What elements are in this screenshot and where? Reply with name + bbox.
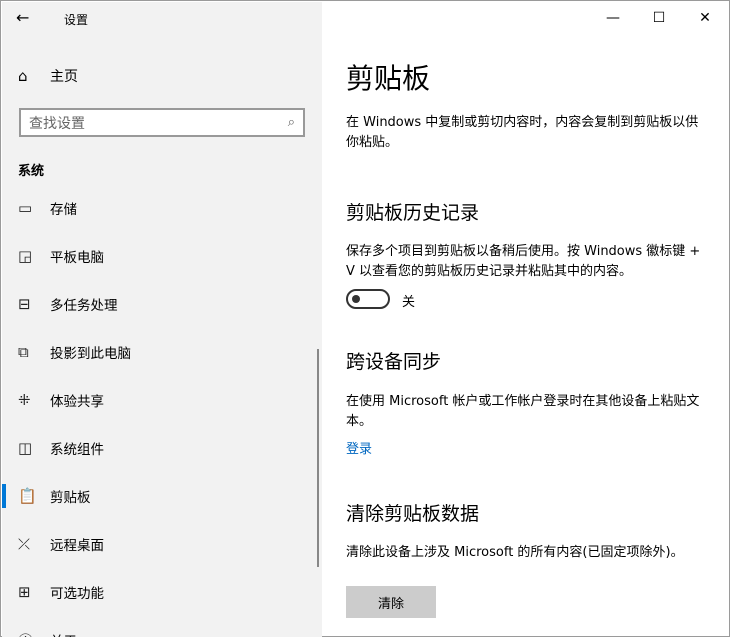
clear-button[interactable]: 清除 (346, 586, 436, 618)
intro-text: 在 Windows 中复制或剪切内容时，内容会复制到剪贴板以供你粘贴。 (346, 115, 699, 150)
clear-heading: 清除剪贴板数据 (346, 503, 480, 525)
page-title: 剪贴板 (346, 62, 431, 95)
history-toggle-label: 关 (402, 295, 416, 310)
settings-window: ← 设置 ⌂ 主页 查找设置 ⌕ 系统 ▭ 存储 ◲ 平板电脑 ⊟ 多任务处理 ⧉ 投影到此电… (0, 0, 730, 637)
history-description: 保存多个项目到剪贴板以备稍后使用。按 Windows 徽标键 + V 以查看您的… (346, 244, 701, 279)
sidebar-item[interactable]: ⓘ关于 (2, 616, 322, 637)
search-input[interactable]: 查找设置 ⌕ (19, 108, 305, 137)
minimize-icon[interactable]: — (590, 2, 636, 34)
search-icon: ⌕ (287, 115, 295, 130)
tablet-icon: ◲ (18, 247, 33, 265)
sidebar-item[interactable]: ⤫ 远程桌面 (2, 520, 322, 568)
sidebar-item-label: 剪贴板 (50, 490, 91, 506)
sync-description: 在使用 Microsoft 帐户或工作帐户登录时在其他设备上粘贴文本。 (346, 394, 700, 429)
sidebar-item[interactable]: ⊟ 多任务处理 (2, 280, 322, 328)
remote-desktop-icon: ⤫ (18, 535, 31, 553)
home-label: 主页 (50, 69, 78, 85)
section-heading: 系统 (18, 164, 45, 179)
sign-in-link[interactable]: 登录 (346, 438, 372, 457)
sidebar-item-label: 多任务处理 (50, 298, 118, 314)
clear-description: 清除此设备上涉及 Microsoft 的所有内容(已固定项除外)。 (346, 545, 684, 560)
sidebar-item-label: 投影到此电脑 (50, 346, 131, 362)
multitasking-icon: ⊟ (18, 295, 31, 313)
sidebar-item-label: 系统组件 (50, 442, 104, 458)
sidebar-scrollbar[interactable] (317, 349, 319, 567)
sync-heading: 跨设备同步 (346, 351, 442, 373)
share-icon: ⁜ (18, 391, 31, 409)
storage-icon: ▭ (18, 199, 33, 217)
sidebar-item-label: 体验共享 (50, 394, 104, 410)
sidebar-nav: ▭ 存储 ◲ 平板电脑 ⊟ 多任务处理 ⧉ 投影到此电脑 ⁜ 体验共享 ◫ 系统组件 📋 剪贴板 ⤫ 远程桌面… (2, 184, 322, 637)
sidebar: ← 设置 ⌂ 主页 查找设置 ⌕ 系统 ▭ 存储 ◲ 平板电脑 ⊟ 多任务处理 ⧉ 投影到此电… (2, 2, 322, 637)
sidebar-item[interactable]: ▭ 存储 (2, 184, 322, 232)
history-toggle[interactable] (346, 289, 390, 309)
history-heading: 剪贴板历史记录 (346, 202, 480, 224)
sidebar-item[interactable]: ⧉ 投影到此电脑 (2, 328, 322, 376)
close-icon[interactable]: ✕ (682, 2, 728, 34)
back-arrow-icon[interactable]: ← (16, 8, 29, 27)
components-icon: ◫ (18, 439, 33, 457)
sidebar-item-label: 平板电脑 (50, 250, 104, 266)
sidebar-item-label: 可选功能 (50, 586, 104, 602)
optional-features-icon: ⊞ (18, 583, 31, 601)
sidebar-item[interactable]: ⊞ 可选功能 (2, 568, 322, 616)
clipboard-icon: 📋 (18, 487, 37, 505)
sidebar-item-label: 存储 (50, 202, 77, 218)
home-icon: ⌂ (18, 67, 28, 85)
sidebar-item-label: 关于 (50, 630, 77, 637)
info-icon: ⓘ (18, 630, 50, 637)
project-icon: ⧉ (18, 343, 29, 361)
maximize-icon[interactable]: ☐ (636, 2, 682, 34)
sidebar-item[interactable]: ◫ 系统组件 (2, 424, 322, 472)
sidebar-item[interactable]: ◲ 平板电脑 (2, 232, 322, 280)
sidebar-home[interactable]: ⌂ 主页 (18, 66, 78, 86)
sidebar-item[interactable]: ⁜ 体验共享 (2, 376, 322, 424)
sidebar-item[interactable]: 📋 剪贴板 (2, 472, 322, 520)
app-title: 设置 (64, 13, 89, 27)
main-content: — ☐ ✕ 剪贴板 在 Windows 中复制或剪切内容时，内容会复制到剪贴板以… (322, 2, 728, 635)
sidebar-item-label: 远程桌面 (50, 538, 104, 554)
search-placeholder: 查找设置 (29, 115, 85, 132)
